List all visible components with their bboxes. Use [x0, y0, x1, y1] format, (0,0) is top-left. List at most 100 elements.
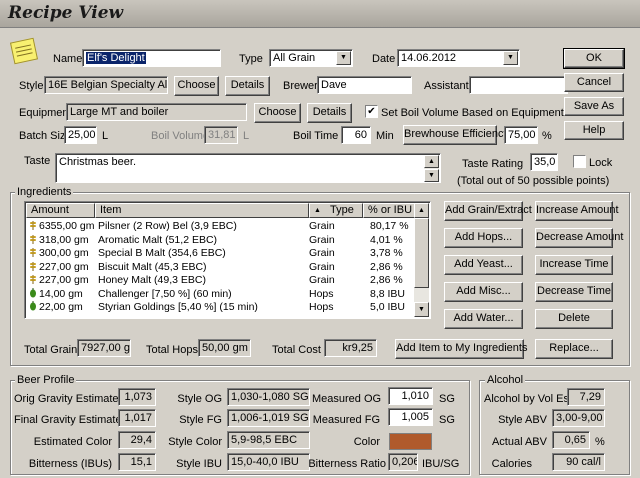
equipment-choose-button[interactable]: Choose — [254, 103, 301, 123]
set-boil-checkbox[interactable]: ✔ — [365, 105, 378, 118]
boil-time-unit: Min — [376, 130, 394, 142]
total-hops-label: Total Hops — [146, 344, 198, 356]
taste-rating-input[interactable]: 35,0 — [530, 153, 558, 171]
ingredient-amount-text: 22,00 gm — [39, 301, 83, 313]
col-type-header[interactable]: ▲ Type — [309, 203, 363, 218]
ingredient-amount: 318,00 gm — [29, 233, 95, 247]
actual-abv-field: 0,65 — [552, 431, 590, 449]
lock-checkbox[interactable] — [573, 155, 586, 168]
notes-icon[interactable] — [9, 37, 39, 65]
ingredient-item: Biscuit Malt (45,3 EBC) — [98, 260, 207, 273]
total-grains-label: Total Grains — [24, 344, 83, 356]
decrease-amount-button[interactable]: Decrease Amount — [535, 228, 623, 248]
help-button[interactable]: Help — [564, 121, 624, 140]
equipment-details-button[interactable]: Details — [307, 103, 352, 123]
assistant-input[interactable] — [469, 76, 568, 94]
actual-abv-value: 0,65 — [564, 434, 586, 446]
type-select[interactable]: All Grain ▼ — [269, 49, 353, 67]
total-grains-value: 7927,00 gm — [81, 342, 130, 354]
abv-estimate-value: 7,29 — [579, 391, 601, 403]
total-cost-value: kr9,25 — [342, 342, 373, 354]
taste-scrollbar[interactable]: ▲ ▼ — [424, 155, 439, 182]
ingredient-item: Styrian Goldings [5,40 %] (15 min) — [98, 301, 258, 313]
col-type-label: Type — [330, 204, 354, 216]
measured-og-input[interactable]: 1,010 — [388, 387, 433, 405]
add-water-button[interactable]: Add Water... — [444, 309, 523, 329]
chevron-down-icon[interactable]: ▼ — [336, 51, 351, 65]
increase-time-button[interactable]: Increase Time — [535, 255, 613, 275]
date-picker[interactable]: 14.06.2012 ▼ — [397, 49, 520, 67]
og-estimate-value: 1,073 — [124, 391, 152, 403]
equipment-field: Large MT and boiler — [66, 103, 247, 121]
ingredient-row[interactable]: 14,00 gm Challenger [7,50 %] (60 min) Hops… — [26, 287, 418, 301]
add-misc-button[interactable]: Add Misc... — [444, 282, 523, 302]
add-grain-button[interactable]: Add Grain/Extract — [444, 201, 532, 221]
scroll-down-icon[interactable]: ▼ — [414, 302, 429, 317]
scroll-up-icon[interactable]: ▲ — [414, 203, 429, 218]
ingredient-pct: 5,0 IBU — [370, 301, 406, 313]
ingredients-list[interactable]: Amount Item ▲ Type % or IBU 6355,00 gm Pil… — [24, 201, 431, 319]
scroll-thumb[interactable] — [414, 218, 429, 288]
scroll-down-icon[interactable]: ▼ — [424, 169, 439, 182]
style-details-button[interactable]: Details — [225, 76, 270, 96]
boil-volume-input: 31,81 — [204, 126, 238, 144]
ingredient-item: Honey Malt (49,3 EBC) — [98, 274, 206, 286]
ingredient-row[interactable]: 227,00 gm Honey Malt (49,3 EBC) Grain 2,86 … — [26, 273, 418, 287]
batch-unit: L — [102, 130, 109, 142]
brewhouse-efficiency-button[interactable]: Brewhouse Efficiency — [403, 125, 509, 145]
ingredient-row[interactable]: 22,00 gm Styrian Goldings [5,40 %] (15 mi… — [26, 300, 418, 314]
style-choose-button[interactable]: Choose — [174, 76, 219, 96]
ingredient-amount: 227,00 gm — [29, 260, 95, 274]
ingredient-amount: 6355,00 gm — [29, 219, 95, 233]
cancel-button[interactable]: Cancel — [564, 73, 624, 92]
date-label: Date — [372, 53, 396, 65]
ingredient-row[interactable]: 300,00 gm Special B Malt (354,6 EBC) Grain… — [26, 246, 418, 260]
ingredient-item: Aromatic Malt (51,2 EBC) — [98, 233, 218, 246]
measured-fg-input[interactable]: 1,005 — [388, 408, 433, 426]
efficiency-input[interactable]: 75,00 — [504, 126, 538, 144]
name-input[interactable]: Elf's Delight — [82, 49, 221, 67]
sort-up-icon: ▲ — [314, 207, 321, 214]
type-value: All Grain — [273, 52, 316, 64]
save-as-button[interactable]: Save As — [564, 97, 624, 116]
name-value: Elf's Delight — [86, 52, 146, 64]
ok-button[interactable]: OK — [563, 48, 625, 69]
abv-estimate-field: 7,29 — [567, 388, 605, 406]
style-value: 16E Belgian Specialty Ale — [48, 79, 168, 91]
ingredients-header: Amount Item ▲ Type % or IBU — [26, 203, 418, 218]
replace-button[interactable]: Replace... — [535, 339, 613, 359]
increase-amount-button[interactable]: Increase Amount — [535, 201, 619, 221]
fg-estimate-label: Final Gravity Estimate — [14, 414, 122, 426]
taste-rating-value: 35,0 — [534, 156, 556, 168]
decrease-time-button[interactable]: Decrease Time — [535, 282, 613, 302]
taste-label: Taste — [24, 155, 51, 167]
hop-icon — [30, 301, 36, 311]
add-hops-button[interactable]: Add Hops... — [444, 228, 523, 248]
taste-value: Christmas beer. — [59, 156, 137, 168]
delete-button[interactable]: Delete — [535, 309, 613, 329]
add-yeast-button[interactable]: Add Yeast... — [444, 255, 523, 275]
col-pct-header[interactable]: % or IBU — [363, 203, 418, 218]
ingredient-type: Grain — [309, 260, 335, 273]
style-label: Style — [19, 80, 44, 92]
ingredient-row[interactable]: 6355,00 gm Pilsner (2 Row) Bel (3,9 EBC) G… — [26, 219, 418, 233]
chevron-down-icon[interactable]: ▼ — [503, 51, 518, 65]
add-to-my-ingredients-button[interactable]: Add Item to My Ingredients — [395, 339, 527, 359]
scroll-up-icon[interactable]: ▲ — [424, 155, 439, 168]
col-item-header[interactable]: Item — [95, 203, 309, 218]
boil-time-input[interactable]: 60 — [341, 126, 371, 144]
taste-textarea[interactable]: Christmas beer. ▲ ▼ — [55, 153, 441, 183]
ingredients-scrollbar[interactable]: ▲ ▼ — [414, 203, 429, 317]
ingredient-row[interactable]: 227,00 gm Biscuit Malt (45,3 EBC) Grain 2,8… — [26, 260, 418, 274]
og-estimate-label: Orig Gravity Estimate — [14, 393, 119, 405]
style-color-label: Style Color — [168, 436, 222, 448]
batch-size-input[interactable]: 25,00 — [64, 126, 97, 144]
brewer-input[interactable]: Dave — [317, 76, 412, 94]
boil-time-value: 60 — [354, 129, 367, 141]
style-abv-label: Style ABV — [498, 414, 547, 426]
ingredient-item: Special B Malt (354,6 EBC) — [98, 247, 226, 259]
assistant-label: Assistant — [424, 80, 469, 92]
ingredient-row[interactable]: 318,00 gm Aromatic Malt (51,2 EBC) Grain 4,… — [26, 233, 418, 247]
col-amount-header[interactable]: Amount — [26, 203, 95, 218]
ingredient-amount-text: 227,00 gm — [39, 274, 89, 286]
